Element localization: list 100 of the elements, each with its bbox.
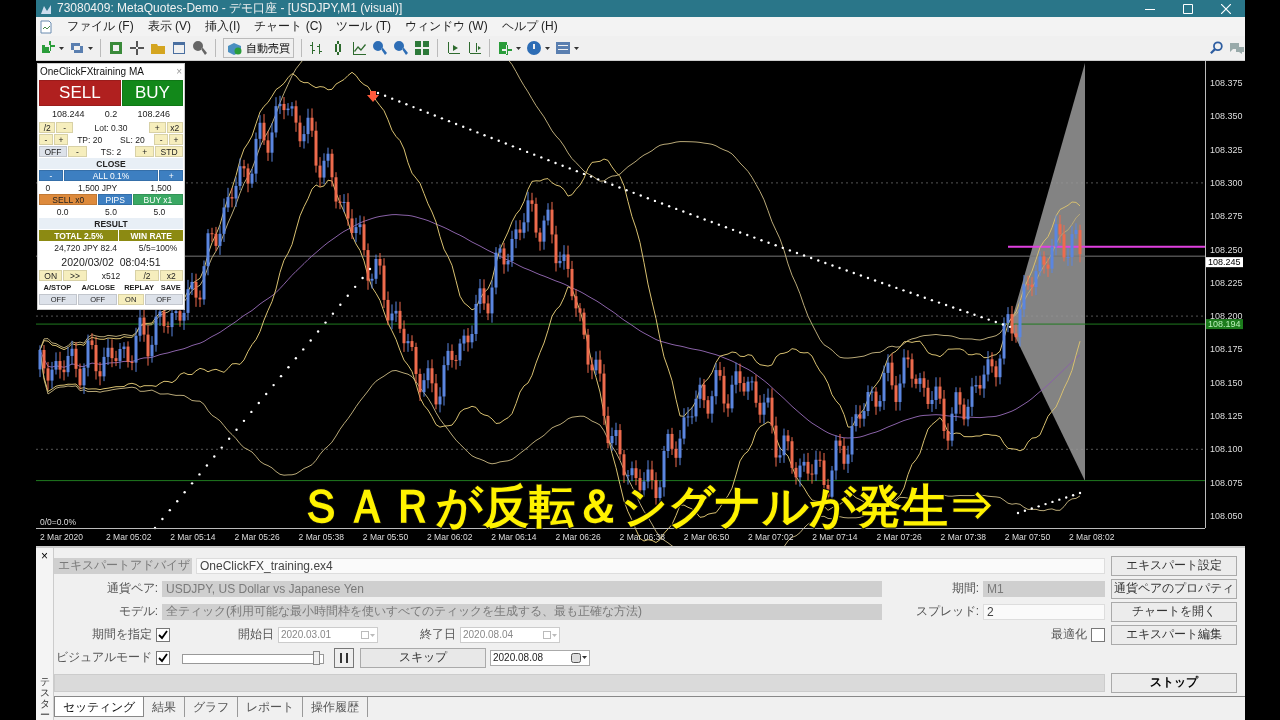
panel-button[interactable]: ALL 0.1%	[63, 170, 159, 181]
expert-combo-box[interactable]: OneClickFX_training.ex4	[196, 557, 1105, 574]
panel-button[interactable]: PIPS	[98, 194, 132, 205]
axis-label: 108.350	[1210, 111, 1243, 122]
axis-label: 108.225	[1210, 277, 1243, 288]
panel-button[interactable]: +	[53, 134, 68, 145]
tab[interactable]: グラフ	[185, 697, 238, 717]
panel-button[interactable]: SELL x0	[39, 194, 98, 205]
checkbox-label: 期間を指定	[91, 626, 152, 643]
panel-button[interactable]: -	[68, 146, 87, 157]
axis-label: 2 Mar 06:50	[683, 532, 730, 542]
pause-icon[interactable]	[334, 647, 354, 668]
panel-button[interactable]: SELL	[39, 80, 121, 106]
template-icon[interactable]	[555, 40, 571, 56]
window-icon[interactable]	[171, 40, 187, 56]
panel-button[interactable]: OFF	[39, 146, 67, 157]
menu-item[interactable]: ファイル (F)	[67, 18, 134, 35]
panel-button[interactable]: >>	[63, 270, 87, 281]
tiles-icon[interactable]	[414, 40, 430, 56]
checkbox[interactable]	[1091, 627, 1105, 642]
crosshair-icon[interactable]	[129, 40, 145, 56]
panel-button[interactable]: -	[154, 134, 169, 145]
panel-title: OneClickFXtraining MA	[40, 66, 144, 77]
axis-label: 2 Mar 05:38	[298, 532, 344, 542]
edit-expert-button[interactable]: エキスパート編集	[1111, 624, 1237, 645]
document-icon[interactable]	[39, 19, 53, 34]
axis-label: 108.100	[1210, 444, 1243, 455]
open-chart-button[interactable]: チャートを開く	[1111, 601, 1237, 622]
caret-icon[interactable]	[574, 46, 579, 50]
date-field[interactable]: 2020.08.08	[490, 649, 590, 666]
stop-button[interactable]: ストップ	[1111, 672, 1237, 693]
menu-item[interactable]: 挿入(I)	[205, 18, 241, 35]
tab[interactable]: 結果	[144, 697, 185, 717]
menu-item[interactable]: ツール (T)	[336, 18, 391, 35]
panel-button[interactable]: /2	[39, 122, 56, 133]
axis-label: 108.150	[1210, 377, 1243, 388]
panel-button[interactable]: +	[159, 170, 183, 181]
zoom-out-icon[interactable]	[393, 40, 409, 56]
expert-settings-button[interactable]: エキスパート設定	[1111, 555, 1237, 576]
checkbox[interactable]	[156, 650, 170, 665]
symbol-properties-button[interactable]: 通貨ペアのプロパティ	[1111, 578, 1237, 599]
panel-button[interactable]: -	[39, 170, 63, 181]
axis-label: 2 Mar 05:14	[170, 532, 216, 542]
line-chart-icon[interactable]	[351, 40, 367, 56]
menu-item[interactable]: 表示 (V)	[147, 18, 191, 35]
axis-label: 108.175	[1210, 344, 1243, 355]
skip-button[interactable]: スキップ	[360, 647, 486, 668]
panel-button[interactable]: x2	[159, 270, 183, 281]
axis-label: 108.300	[1210, 177, 1243, 188]
panel-button[interactable]: ON	[39, 270, 63, 281]
magnifier-icon[interactable]	[192, 40, 208, 56]
axis-label: 108.125	[1210, 411, 1243, 421]
maximize-icon[interactable]	[1183, 3, 1193, 14]
panel-button[interactable]: /2	[135, 270, 159, 281]
caret-icon[interactable]	[88, 46, 93, 50]
menu-item[interactable]: ヘルプ (H)	[501, 18, 558, 35]
close-icon[interactable]	[1221, 3, 1231, 14]
axis-label: 108.375	[1210, 78, 1243, 88]
calendar-icon[interactable]	[571, 652, 587, 663]
tab[interactable]: セッティング	[54, 697, 144, 717]
axis-label: 2 Mar 05:50	[362, 532, 409, 542]
caret-icon[interactable]	[516, 46, 521, 50]
caret-icon[interactable]	[545, 46, 550, 50]
axis-label: 2 Mar 07:02	[748, 532, 794, 542]
axis-label: 2 Mar 05:26	[234, 532, 280, 542]
tab[interactable]: レポート	[238, 697, 303, 717]
caret-icon[interactable]	[59, 46, 64, 50]
tab[interactable]: 操作履歴	[303, 697, 368, 717]
slider-track[interactable]	[182, 653, 324, 664]
zoom-in-icon[interactable]	[372, 40, 388, 56]
window-stack-icon[interactable]	[69, 40, 85, 56]
panel-button[interactable]: +	[149, 122, 166, 133]
menu-item[interactable]: ウィンドウ (W)	[405, 18, 488, 35]
axis-label: 2 Mar 06:14	[491, 532, 537, 542]
axis-label: 108.275	[1210, 211, 1243, 222]
slider-thumb[interactable]	[313, 650, 321, 665]
down-arrow-icon	[367, 91, 379, 102]
search-icon[interactable]	[1210, 41, 1224, 55]
panel-button[interactable]: -	[39, 134, 53, 145]
panel-button[interactable]: +	[169, 134, 184, 145]
field-label: 開始日	[237, 626, 274, 643]
panel-button[interactable]: x2	[166, 122, 183, 133]
panel-header: WIN RATE	[119, 230, 183, 241]
field-label: スプレッド:	[914, 603, 979, 620]
panel-button[interactable]: -	[56, 122, 73, 133]
auto-scroll-icon[interactable]	[445, 40, 461, 56]
panel-header: TOTAL 2.5%	[39, 230, 119, 241]
close-icon[interactable]: ×	[41, 550, 48, 562]
panel-button[interactable]: STD	[155, 146, 183, 157]
axis-label: 108.050	[1210, 510, 1243, 521]
auto-trade-button[interactable]: 自動売買	[223, 38, 294, 58]
menu-item[interactable]: チャート (C)	[254, 18, 323, 35]
profit-ratio-text: 0/0=0.0%	[40, 517, 77, 527]
bar-chart-icon[interactable]	[309, 40, 325, 56]
spread-combo-box[interactable]: 2	[983, 603, 1105, 620]
panel-button[interactable]: +	[135, 146, 154, 157]
chart-shift-icon[interactable]	[466, 40, 482, 56]
panel-button[interactable]: BUY	[121, 80, 183, 106]
checkbox[interactable]	[156, 627, 170, 642]
checkbox-label: 最適化	[1050, 626, 1087, 643]
